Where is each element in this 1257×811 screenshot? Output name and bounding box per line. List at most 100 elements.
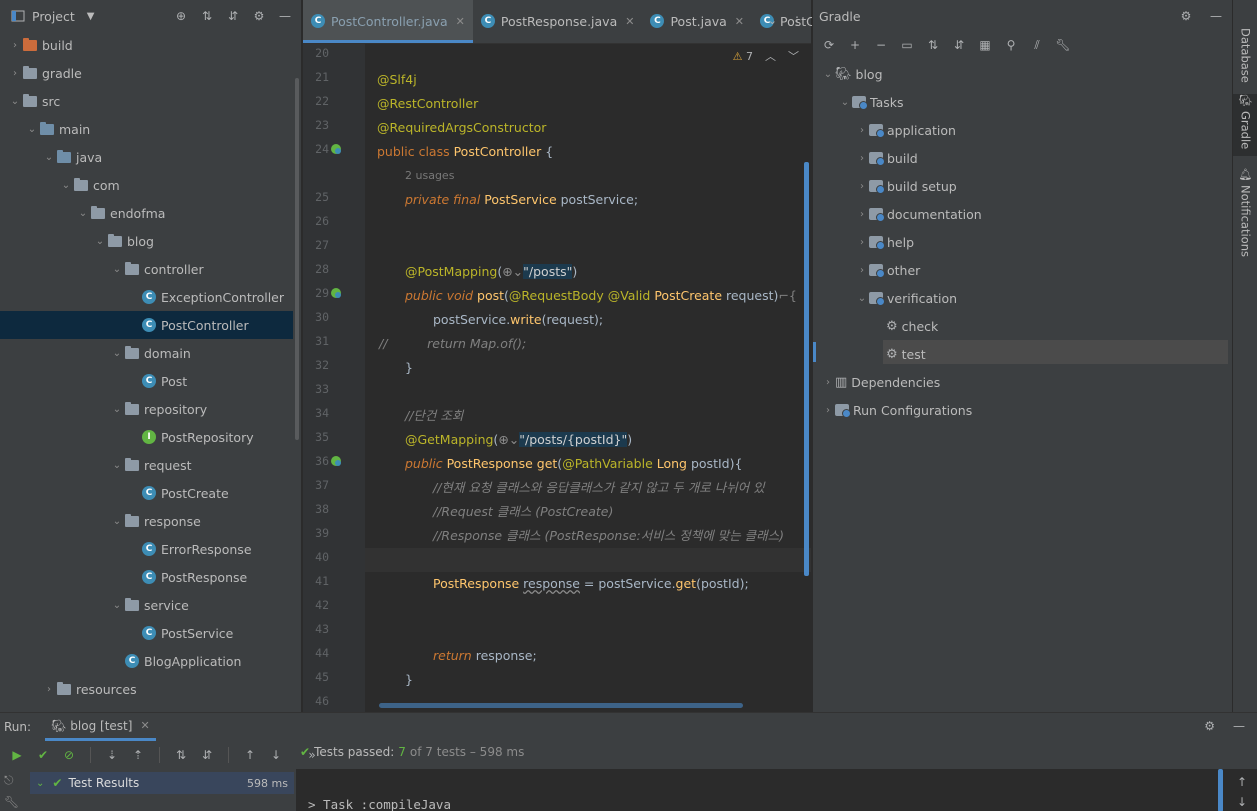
inspection-widget[interactable]: ⚠ 7 ︿ ﹀: [733, 48, 799, 64]
gear-icon[interactable]: ⚙: [251, 8, 267, 24]
chevron-right-icon[interactable]: ›: [855, 125, 869, 136]
chevron-down-icon[interactable]: ⌄: [110, 600, 124, 611]
show-passed-icon[interactable]: ✔: [32, 747, 54, 763]
wrench-icon[interactable]: 🔧︎: [4, 795, 19, 809]
chevron-down-icon[interactable]: ⌄: [110, 516, 124, 527]
gradle-item[interactable]: › application: [813, 116, 1228, 144]
rerun-icon[interactable]: ▶: [6, 747, 28, 763]
gradle-item[interactable]: › help: [813, 228, 1228, 256]
gradle-item[interactable]: › documentation: [813, 200, 1228, 228]
gradle-item[interactable]: › build: [813, 144, 1228, 172]
spring-endpoint-icon[interactable]: [329, 286, 343, 300]
chevron-down-icon[interactable]: ⌄: [821, 69, 835, 80]
chevron-down-icon[interactable]: ⌄: [838, 97, 852, 108]
expand-all-icon[interactable]: ⇅: [925, 37, 941, 53]
usages-hint[interactable]: 2 usages: [405, 164, 454, 188]
chevron-down-icon[interactable]: ⌄: [93, 236, 107, 247]
scroll-down-icon[interactable]: ↓: [1237, 795, 1247, 809]
tree-item-post[interactable]: C Post: [0, 367, 293, 395]
chevron-down-icon[interactable]: ⌄: [768, 14, 777, 27]
run-task-icon[interactable]: ▭: [899, 37, 915, 53]
chevron-down-icon[interactable]: ⌄: [59, 180, 73, 191]
project-scrollbar[interactable]: [295, 78, 299, 440]
run-tab[interactable]: 🐘︎ blog [test] ✕: [45, 713, 156, 741]
tree-item-exceptioncontroller[interactable]: C ExceptionController: [0, 283, 293, 311]
close-icon[interactable]: ✕: [735, 15, 744, 28]
chevron-down-icon[interactable]: ⌄: [110, 460, 124, 471]
editor-scrollbar[interactable]: [804, 162, 809, 576]
tree-item-postservice[interactable]: C PostService: [0, 619, 293, 647]
gear-icon[interactable]: ⚙: [1204, 719, 1215, 733]
tab-postcontroller[interactable]: C PostController.java ✕: [303, 0, 473, 43]
close-icon[interactable]: ✕: [456, 15, 465, 28]
hide-icon[interactable]: —: [1208, 8, 1224, 24]
chevron-right-icon[interactable]: ›: [821, 405, 835, 416]
gradle-item[interactable]: › Run Configurations: [813, 396, 1228, 424]
gradle-item[interactable]: › other: [813, 256, 1228, 284]
sidebar-tab-database[interactable]: Database: [1233, 24, 1257, 83]
sort-duration-icon[interactable]: ⇡: [127, 747, 149, 763]
tree-item-postrepository[interactable]: I PostRepository: [0, 423, 293, 451]
more-icon[interactable]: ⋮: [791, 14, 803, 28]
project-title[interactable]: Project: [32, 9, 75, 24]
tab-postresponse[interactable]: C PostResponse.java ✕: [473, 0, 643, 43]
tree-item-repository[interactable]: ⌄ repository: [0, 395, 293, 423]
tree-item-response[interactable]: ⌄ response: [0, 507, 293, 535]
tab-post[interactable]: C Post.java ✕: [642, 0, 752, 43]
chevron-right-icon[interactable]: ›: [855, 153, 869, 164]
gradle-item[interactable]: ⌄ 🐘︎ blog: [813, 60, 1228, 88]
editor-hscrollbar[interactable]: [379, 703, 743, 708]
add-icon[interactable]: +: [847, 37, 863, 53]
hide-icon[interactable]: —: [277, 8, 293, 24]
gradle-item[interactable]: › ▥ Dependencies: [813, 368, 1228, 396]
gradle-item[interactable]: › build setup: [813, 172, 1228, 200]
tree-item-endofma[interactable]: ⌄ endofma: [0, 199, 293, 227]
sidebar-tab-gradle[interactable]: 🐘︎ Gradle: [1233, 94, 1257, 156]
chevron-down-icon[interactable]: ▼: [87, 11, 95, 22]
chevron-down-icon[interactable]: ⌄: [42, 152, 56, 163]
gradle-item[interactable]: ⌄ Tasks: [813, 88, 1228, 116]
spring-endpoint-icon[interactable]: [329, 142, 343, 156]
console-output[interactable]: > Task :compileJava ↑ ↓: [296, 769, 1257, 811]
chevron-right-icon[interactable]: ›: [855, 265, 869, 276]
collapse-all-icon[interactable]: ⇵: [951, 37, 967, 53]
tree-item-resources[interactable]: › resources: [0, 675, 293, 703]
chevron-down-icon[interactable]: ⌄: [855, 293, 869, 304]
tree-item-src[interactable]: ⌄ src: [0, 87, 293, 115]
tree-item-blog[interactable]: ⌄ blog: [0, 227, 293, 255]
gradle-item[interactable]: ⚙ check: [813, 312, 1228, 340]
expand-all-icon[interactable]: ⇅: [170, 747, 192, 763]
chevron-right-icon[interactable]: ›: [855, 209, 869, 220]
hide-icon[interactable]: —: [1233, 719, 1245, 733]
tree-item-com[interactable]: ⌄ com: [0, 171, 293, 199]
toggle-tests-icon[interactable]: ⫽: [1029, 37, 1045, 53]
tree-item-domain[interactable]: ⌄ domain: [0, 339, 293, 367]
chevron-down-icon[interactable]: ⌄: [36, 778, 44, 789]
tree-item-gradle[interactable]: › gradle: [0, 59, 293, 87]
tree-item-controller[interactable]: ⌄ controller: [0, 255, 293, 283]
gradle-item[interactable]: ⌄ verification: [813, 284, 1228, 312]
tree-item-blogapplication[interactable]: C BlogApplication: [0, 647, 293, 675]
close-icon[interactable]: ✕: [625, 15, 634, 28]
tree-item-main[interactable]: ⌄ main: [0, 115, 293, 143]
scroll-up-icon[interactable]: ↑: [1237, 775, 1247, 789]
tree-item-java[interactable]: ⌄ java: [0, 143, 293, 171]
chevron-down-icon[interactable]: ⌄: [25, 124, 39, 135]
gear-icon[interactable]: ⚙: [1178, 8, 1194, 24]
chevron-down-icon[interactable]: ⌄: [110, 404, 124, 415]
tree-item-request[interactable]: ⌄ request: [0, 451, 293, 479]
tree-item-postcontroller[interactable]: C PostController: [0, 311, 293, 339]
spring-endpoint-icon[interactable]: [329, 454, 343, 468]
code-area[interactable]: @Slf4j @RestController @RequiredArgsCons…: [365, 44, 811, 712]
tree-item-build[interactable]: › build: [0, 31, 293, 59]
collapse-all-icon[interactable]: ⇵: [225, 8, 241, 24]
chevron-down-icon[interactable]: ⌄: [110, 348, 124, 359]
tree-item-errorresponse[interactable]: C ErrorResponse: [0, 535, 293, 563]
show-dependencies-icon[interactable]: ⚲: [1003, 37, 1019, 53]
remove-icon[interactable]: −: [873, 37, 889, 53]
chevron-right-icon[interactable]: ›: [8, 40, 22, 51]
next-failed-icon[interactable]: ↓: [265, 747, 287, 763]
sidebar-tab-notifications[interactable]: 🔔︎ Notifications: [1233, 168, 1257, 257]
close-icon[interactable]: ✕: [140, 719, 149, 732]
refresh-icon[interactable]: ⟳: [821, 37, 837, 53]
